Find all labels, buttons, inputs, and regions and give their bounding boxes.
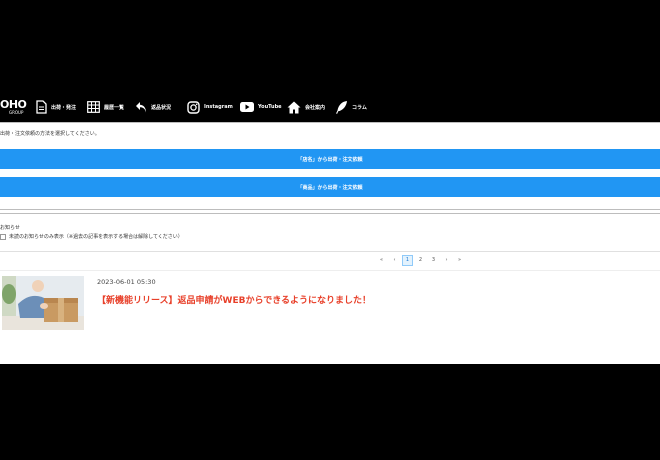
nav-item-instagram[interactable]: Instagram xyxy=(187,98,233,116)
news-thumbnail[interactable] xyxy=(2,276,84,330)
pagination-next[interactable]: › xyxy=(441,255,452,266)
nav-label: 出荷・発注 xyxy=(51,104,77,111)
nav-item-company[interactable]: 会社案内 xyxy=(287,98,325,116)
nav-item-returns[interactable]: 返品状況 xyxy=(135,98,171,116)
feather-icon xyxy=(336,101,347,114)
unread-only-label[interactable]: 未読のお知らせのみ表示（※過去の記事を表示する場合は解除してください） xyxy=(9,233,183,240)
nav-item-column[interactable]: コラム xyxy=(335,98,367,116)
unread-only-checkbox[interactable] xyxy=(0,233,6,240)
nav-label: Instagram xyxy=(204,104,233,110)
document-icon xyxy=(36,100,47,114)
nav-label: YouTube xyxy=(258,104,282,110)
nav-item-shipping[interactable]: 出荷・発注 xyxy=(36,98,76,116)
nav-label: 履歴一覧 xyxy=(104,104,125,111)
order-instruction: 出荷・注文依頼の方法を選択してください。 xyxy=(0,131,100,137)
divider xyxy=(0,270,660,271)
order-by-store-button[interactable]: 「店名」から出荷・注文依頼 xyxy=(0,149,660,169)
pagination-first[interactable]: « xyxy=(376,255,387,266)
order-by-product-button[interactable]: 「商品」から出荷・注文依頼 xyxy=(0,177,660,197)
unread-filter[interactable]: 未読のお知らせのみ表示（※過去の記事を表示する場合は解除してください） xyxy=(0,233,183,240)
news-title-link[interactable]: 【新機能リリース】返品申請がWEBからできるようになりました！ xyxy=(97,293,371,306)
nav-label: 返品状況 xyxy=(151,104,172,111)
news-section: お知らせ 未読のお知らせのみ表示（※過去の記事を表示する場合は解除してください）… xyxy=(0,213,660,364)
pagination-page-1[interactable]: 1 xyxy=(402,254,413,266)
table-icon xyxy=(87,101,100,113)
youtube-icon xyxy=(240,102,254,112)
logo-subtext: GROUP xyxy=(9,110,24,115)
pagination-page-2[interactable]: 2 xyxy=(415,255,426,266)
nav-label: 会社案内 xyxy=(305,104,326,111)
company-logo[interactable]: OHO GROUP xyxy=(0,98,27,116)
pagination: « ‹ 1 2 3 › » xyxy=(376,254,465,266)
pagination-page-3[interactable]: 3 xyxy=(428,255,439,266)
instagram-icon xyxy=(187,100,200,114)
nav-item-history[interactable]: 履歴一覧 xyxy=(87,98,124,116)
home-icon xyxy=(287,101,301,113)
divider xyxy=(0,251,660,252)
main-content: 出荷・注文依頼の方法を選択してください。 「店名」から出荷・注文依頼 「商品」か… xyxy=(0,122,660,364)
order-method-section: 出荷・注文依頼の方法を選択してください。 「店名」から出荷・注文依頼 「商品」か… xyxy=(0,122,660,210)
nav-label: コラム xyxy=(352,104,367,111)
news-date: 2023-06-01 05:30 xyxy=(97,278,156,286)
news-thumbnail-image xyxy=(2,276,84,330)
pagination-prev[interactable]: ‹ xyxy=(389,255,400,266)
return-arrow-icon xyxy=(136,101,146,112)
pagination-last[interactable]: » xyxy=(454,255,465,266)
top-nav: OHO GROUP 出荷・発注 履歴一覧 返品状況 Instagram YouT… xyxy=(0,92,660,122)
nav-item-youtube[interactable]: YouTube xyxy=(240,98,282,116)
news-heading: お知らせ xyxy=(0,225,20,231)
